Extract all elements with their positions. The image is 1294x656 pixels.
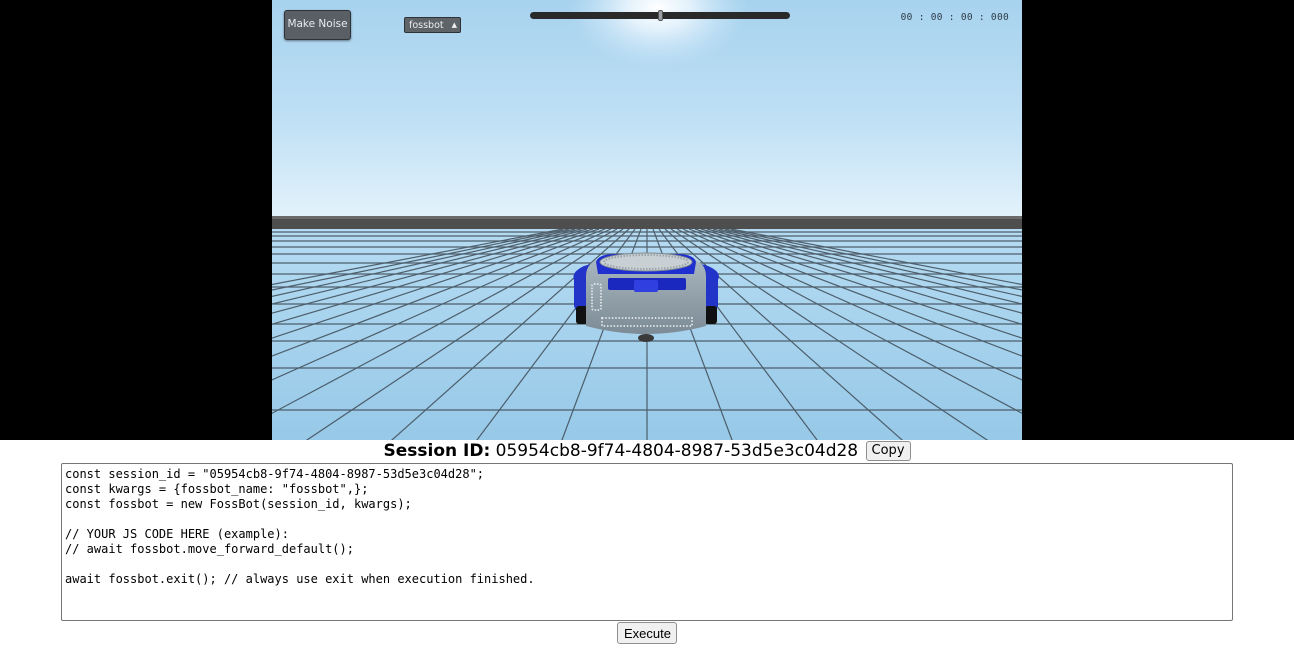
session-id-value: 05954cb8-9f74-4804-8987-53d5e3c04d28 [495, 441, 859, 461]
robot-select[interactable]: fossbot ▲ [404, 17, 461, 33]
timeline-slider-handle[interactable] [657, 10, 663, 21]
code-line: // await fossbot.move_forward_default(); [65, 542, 354, 556]
code-editor[interactable]: const session_id = "05954cb8-9f74-4804-8… [61, 463, 1233, 621]
execute-button[interactable]: Execute [617, 622, 677, 644]
session-id-label: Session ID: [383, 441, 491, 461]
simulator-viewport[interactable]: Make Noise fossbot ▲ 00 : 00 : 00 : 000 [272, 0, 1022, 440]
code-line: const kwargs = {fossbot_name: "fossbot",… [65, 482, 369, 496]
code-line: const fossbot = new FossBot(session_id, … [65, 497, 412, 511]
robot-select-value: fossbot [409, 20, 444, 31]
timeline-slider[interactable] [530, 10, 790, 21]
scene-render [272, 0, 1022, 440]
elapsed-time: 00 : 00 : 00 : 000 [900, 12, 1009, 23]
make-noise-button[interactable]: Make Noise [284, 10, 351, 40]
arena-wall-highlight [272, 216, 1022, 219]
code-line: const session_id = "05954cb8-9f74-4804-8… [65, 467, 485, 481]
session-row: Session ID: 05954cb8-9f74-4804-8987-53d5… [0, 440, 1294, 462]
select-arrows-icon: ▲ [451, 21, 457, 29]
copy-button[interactable]: Copy [865, 441, 911, 461]
code-line: // YOUR JS CODE HERE (example): [65, 527, 289, 541]
code-line: await fossbot.exit(); // always use exit… [65, 572, 535, 586]
